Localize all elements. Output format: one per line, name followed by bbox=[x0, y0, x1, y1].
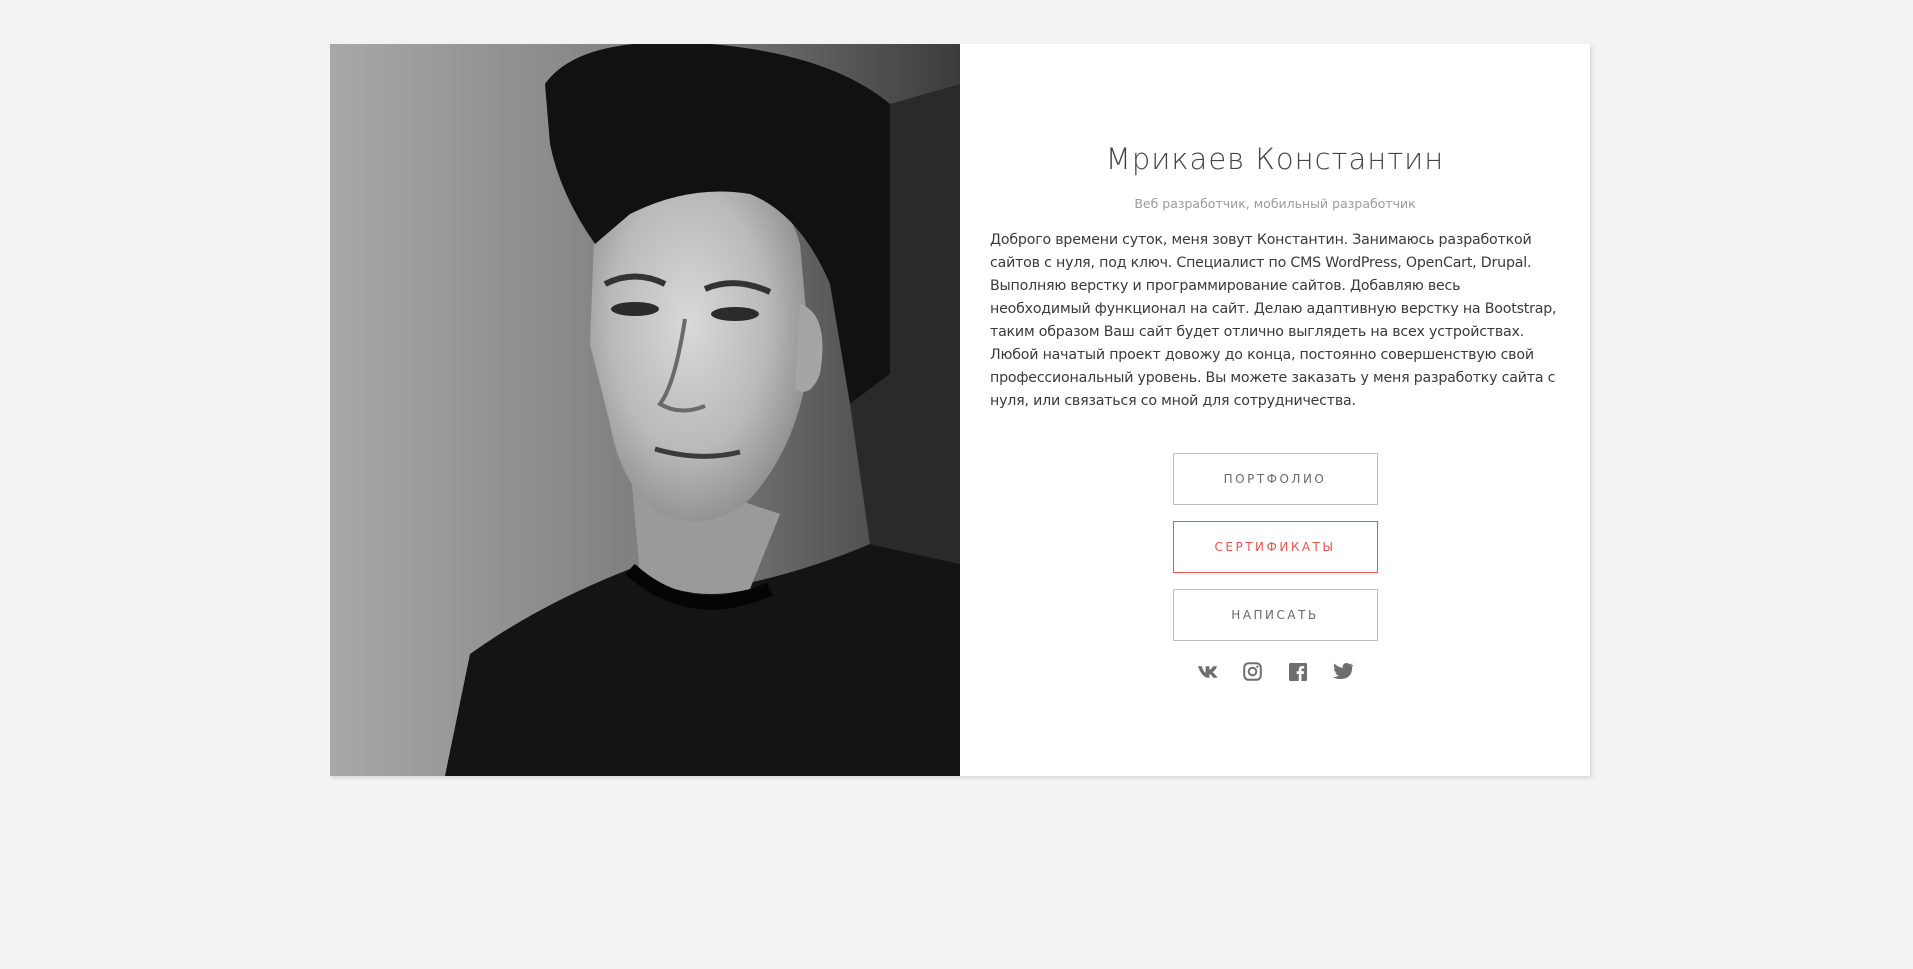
instagram-icon[interactable] bbox=[1242, 661, 1263, 682]
portrait-image bbox=[330, 44, 960, 776]
action-buttons: ПОРТФОЛИО СЕРТИФИКАТЫ НАПИСАТЬ bbox=[990, 453, 1560, 657]
social-links bbox=[990, 661, 1560, 682]
info-panel: Мрикаев Константин Веб разработчик, моби… bbox=[960, 44, 1590, 776]
certificates-button[interactable]: СЕРТИФИКАТЫ bbox=[1172, 521, 1378, 573]
write-button[interactable]: НАПИСАТЬ bbox=[1172, 589, 1378, 641]
profile-card: Мрикаев Константин Веб разработчик, моби… bbox=[330, 44, 1590, 776]
vk-icon[interactable] bbox=[1197, 661, 1218, 682]
profile-name: Мрикаев Константин bbox=[1105, 142, 1445, 176]
profile-photo bbox=[330, 44, 960, 776]
portfolio-button[interactable]: ПОРТФОЛИО bbox=[1172, 453, 1378, 505]
profile-bio: Доброго времени суток, меня зовут Конста… bbox=[990, 232, 1557, 409]
profile-role: Веб разработчик, мобильный разработчик bbox=[1134, 196, 1416, 211]
twitter-icon[interactable] bbox=[1332, 661, 1353, 682]
facebook-icon[interactable] bbox=[1287, 661, 1308, 682]
